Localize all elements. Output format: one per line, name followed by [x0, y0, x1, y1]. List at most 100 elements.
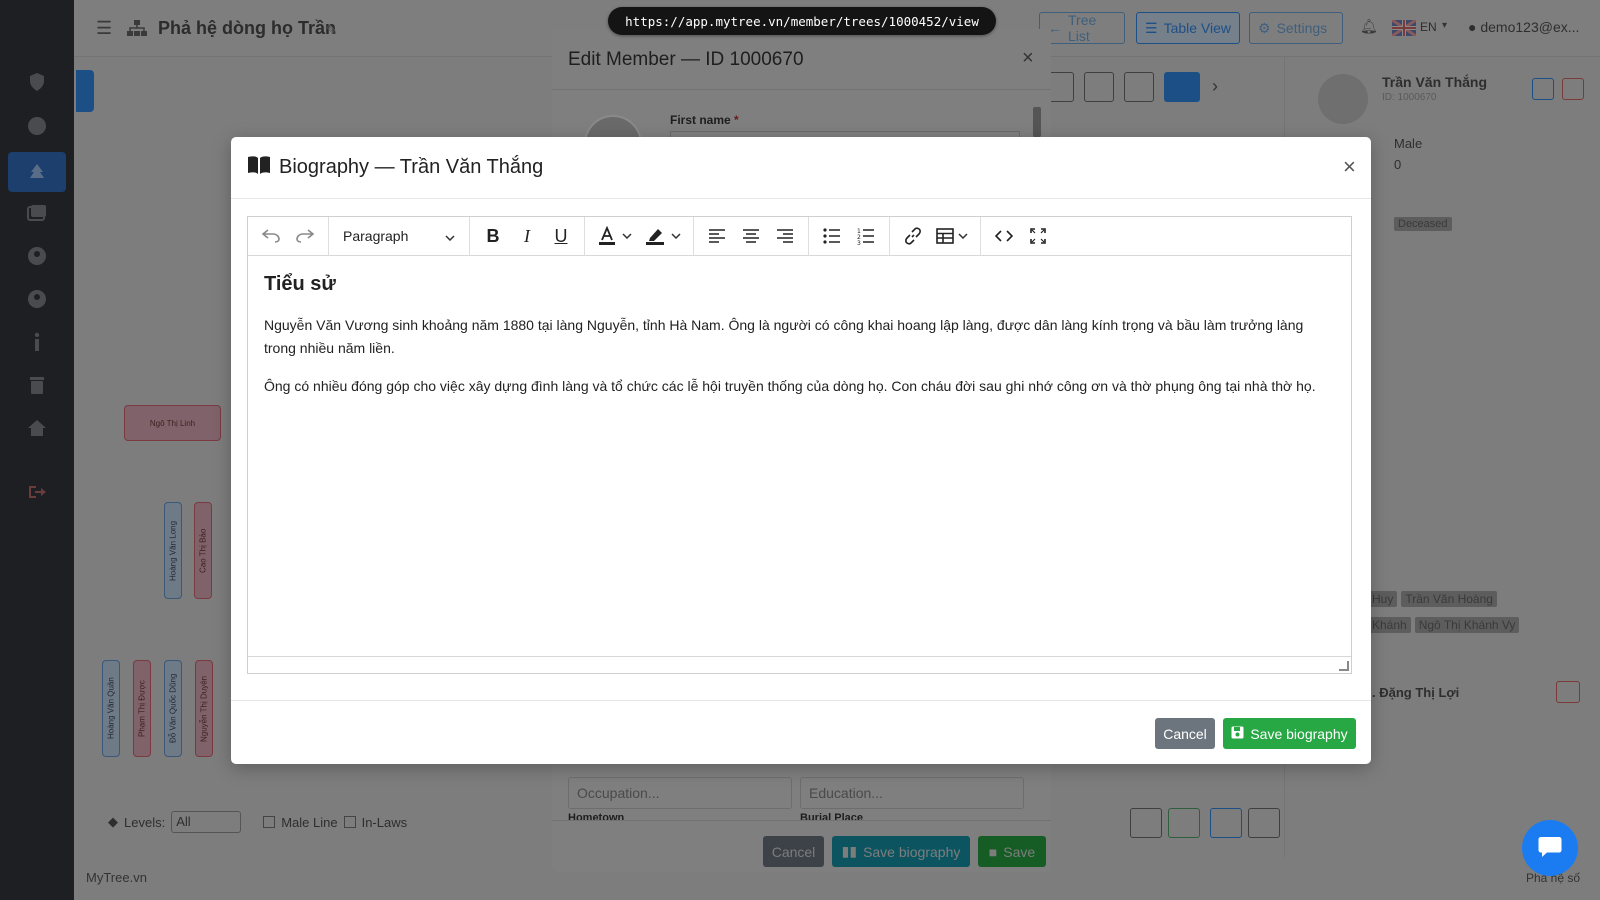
hamburger-icon[interactable]: ☰: [96, 18, 112, 39]
tree-icon[interactable]: [8, 152, 66, 192]
user-menu[interactable]: ● demo123@ex...: [1468, 19, 1579, 35]
bio-modal-title: Biography — Trần Văn Thắng: [279, 156, 544, 178]
children-tags-2: Khánh Ngô Thị Khánh Vy: [1368, 617, 1520, 633]
save-biography-button[interactable]: Save biography: [1223, 718, 1356, 749]
bullet-list-icon[interactable]: [815, 221, 849, 251]
undo-icon[interactable]: [254, 221, 288, 251]
tree-node[interactable]: Hoàng Văn Quân: [102, 660, 120, 757]
text-color-icon[interactable]: [591, 221, 639, 251]
language-caret-icon[interactable]: ▾: [1442, 20, 1447, 31]
table-view-button[interactable]: ☰ Table View: [1136, 12, 1240, 44]
book-icon: ▮▮: [841, 843, 858, 859]
tree-node[interactable]: Đỗ Văn Quốc Dũng: [164, 660, 182, 757]
in-laws-checkbox[interactable]: [343, 816, 356, 828]
rich-text-editor[interactable]: Paragraph B I U 1 2 3 Tiểu sử Nguyễn Văn…: [247, 216, 1352, 674]
bell-icon[interactable]: 🔔︎: [1360, 18, 1378, 35]
fullscreen-icon[interactable]: [1021, 221, 1055, 251]
edit-save-button[interactable]: ■ Save: [978, 836, 1046, 867]
list-group: 123: [809, 216, 890, 256]
edit-title-pencil-icon[interactable]: ✎: [326, 22, 338, 39]
chat-button[interactable]: [1522, 820, 1578, 876]
code-view-icon[interactable]: [987, 221, 1021, 251]
levels-select[interactable]: All: [171, 811, 242, 833]
logout-icon[interactable]: [18, 476, 56, 508]
chevron-right-icon[interactable]: ›: [1212, 76, 1218, 97]
language-label[interactable]: EN: [1420, 20, 1437, 34]
avatar: [1318, 74, 1368, 124]
child-tag[interactable]: Trần Văn Hoàng: [1401, 591, 1497, 607]
history-group: [248, 216, 329, 256]
panel-delete-button[interactable]: [1562, 78, 1584, 100]
edit-modal-title: Edit Member — ID 1000670: [568, 49, 804, 70]
resize-handle-icon[interactable]: [1339, 661, 1349, 671]
paragraph-format-select[interactable]: Paragraph: [335, 221, 463, 251]
share-button[interactable]: [1210, 808, 1242, 838]
svg-text:3: 3: [857, 240, 861, 245]
align-center-icon[interactable]: [734, 221, 768, 251]
edit-modal-footer-divider: [552, 820, 1051, 821]
user-circle-icon-2[interactable]: [18, 283, 56, 315]
center-button[interactable]: [1124, 72, 1154, 102]
child-tag[interactable]: Huy: [1368, 591, 1398, 607]
tree-list-button[interactable]: ← Tree List: [1039, 12, 1125, 44]
style-group: B I U: [470, 216, 585, 256]
close-icon[interactable]: ×: [1343, 156, 1356, 178]
scroll-thumb[interactable]: [1033, 107, 1041, 137]
bio-heading: Tiểu sử: [264, 273, 336, 295]
first-name-label: First name *: [670, 113, 739, 127]
circle-icon[interactable]: [18, 110, 56, 142]
table-icon[interactable]: [930, 221, 974, 251]
highlight-color-icon[interactable]: [639, 221, 687, 251]
user-circle-icon[interactable]: [18, 240, 56, 272]
editor-content[interactable]: Tiểu sử Nguyễn Văn Vương sinh khoảng năm…: [264, 273, 1335, 413]
user-circle-small-icon: ●: [1468, 19, 1477, 35]
sidebar: [0, 0, 74, 900]
upload-button[interactable]: [1168, 808, 1200, 838]
color-group: [585, 216, 694, 256]
bold-icon[interactable]: B: [476, 221, 510, 251]
add-member-button[interactable]: [1164, 72, 1200, 102]
align-left-icon[interactable]: [700, 221, 734, 251]
expand-panel-toggle[interactable]: [76, 70, 94, 112]
shield-icon[interactable]: [18, 66, 56, 98]
edit-cancel-button[interactable]: Cancel: [763, 836, 824, 867]
home-icon[interactable]: [18, 412, 56, 444]
edit-save-biography-button[interactable]: ▮▮ Save biography: [832, 836, 970, 867]
gear-icon: ⚙: [1258, 19, 1271, 36]
underline-icon[interactable]: U: [544, 221, 578, 251]
info-icon[interactable]: [18, 326, 56, 358]
floppy-disk-icon: [1231, 726, 1244, 742]
footer-brand: MyTree.vn: [86, 870, 147, 885]
children-tags: Huy Trần Văn Hoàng: [1368, 591, 1497, 607]
trash-icon[interactable]: [18, 369, 56, 401]
bio-paragraph-2: Ông có nhiều đóng góp cho việc xây dựng …: [264, 378, 1316, 394]
tree-title: Phả hệ dòng họ Trần: [158, 18, 337, 38]
unlink-button[interactable]: [1556, 681, 1580, 703]
tree-node[interactable]: Cao Thị Bảo: [194, 502, 212, 599]
close-icon[interactable]: ×: [1022, 47, 1034, 70]
align-right-icon[interactable]: [768, 221, 802, 251]
delete-tree-button[interactable]: [1248, 808, 1280, 838]
tree-node[interactable]: Hoàng Văn Long: [164, 502, 182, 599]
child-tag[interactable]: Khánh: [1368, 617, 1411, 633]
italic-icon[interactable]: I: [510, 221, 544, 251]
download-button[interactable]: [1130, 808, 1162, 838]
occupation-input[interactable]: Occupation...: [568, 777, 792, 809]
panel-edit-button[interactable]: [1532, 78, 1554, 100]
insert-group: [890, 216, 981, 256]
uk-flag-icon: [1391, 18, 1417, 38]
settings-button[interactable]: ⚙ Settings: [1249, 12, 1343, 44]
redo-icon[interactable]: [288, 221, 322, 251]
bio-cancel-button[interactable]: Cancel: [1155, 718, 1215, 749]
numbered-list-icon[interactable]: 123: [849, 221, 883, 251]
link-icon[interactable]: [896, 221, 930, 251]
tree-node[interactable]: Phạm Thị Được: [133, 660, 151, 757]
images-icon[interactable]: [18, 197, 56, 229]
tree-node[interactable]: Ngô Thị Linh: [124, 405, 221, 441]
tree-node[interactable]: Nguyễn Thị Duyên: [195, 660, 213, 757]
male-line-checkbox[interactable]: [263, 816, 276, 828]
education-input[interactable]: Education...: [800, 777, 1024, 809]
panel-spouse: . Đặng Thị Lợi: [1372, 685, 1460, 700]
child-tag[interactable]: Ngô Thị Khánh Vy: [1414, 617, 1520, 633]
zoom-out-button[interactable]: [1084, 72, 1114, 102]
